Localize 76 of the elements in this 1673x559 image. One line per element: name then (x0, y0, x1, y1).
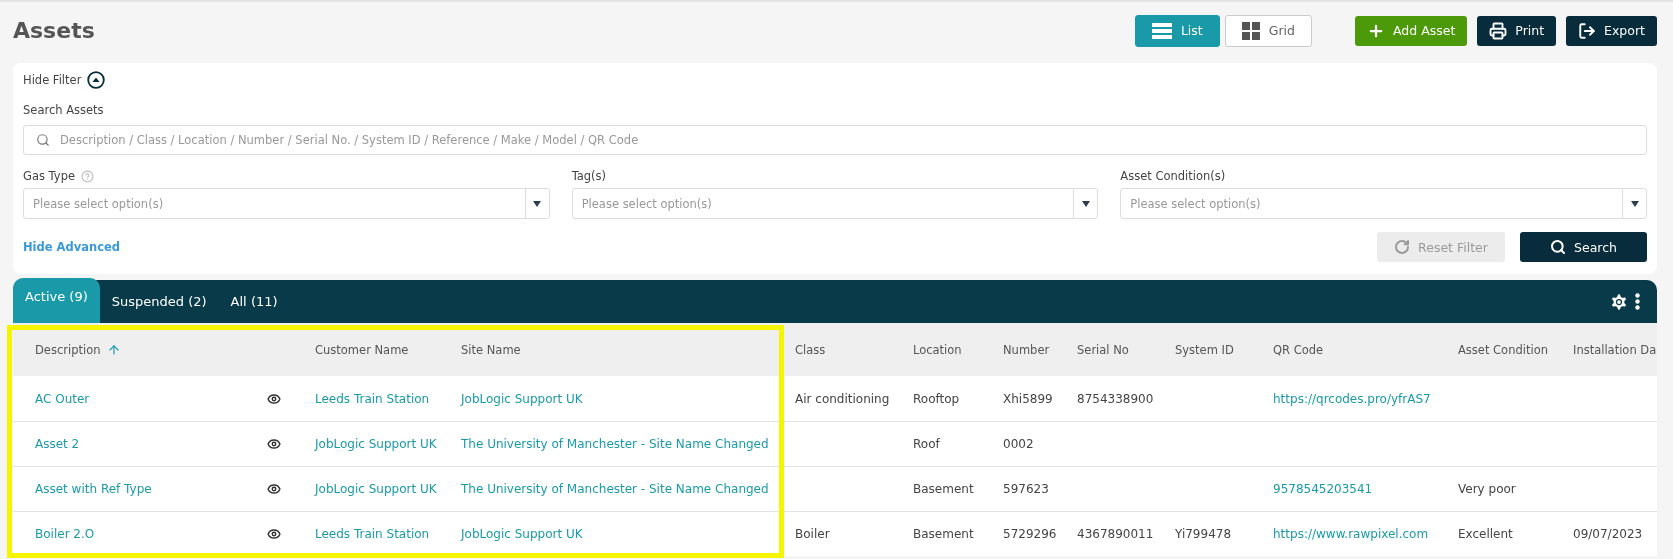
table-link[interactable]: Boiler 2.O (35, 527, 95, 541)
table-cell: Roof (913, 437, 940, 451)
page-title: Assets (13, 18, 96, 43)
table-link[interactable]: JobLogic Support UK (315, 482, 437, 496)
printer-icon (1489, 21, 1508, 40)
caret-icon (1081, 200, 1090, 207)
table-link[interactable]: JobLogic Support UK (461, 391, 583, 406)
table-link[interactable]: Leeds Train Station (315, 391, 430, 406)
search-label: Search Assets (23, 103, 104, 117)
field-label: Asset Condition(s) (1120, 169, 1226, 183)
table-cell: 597623 (1003, 482, 1049, 496)
field-label: Tag(s) (571, 169, 607, 183)
add-button[interactable]: Add Asset (1354, 15, 1468, 46)
print-button[interactable]: Print (1477, 15, 1557, 46)
select-field[interactable]: Please select option(s) (571, 188, 1099, 219)
table-cell: Yi799478 (1175, 527, 1232, 541)
export-button[interactable]: Export (1566, 15, 1657, 46)
gear-icon (1609, 291, 1629, 312)
table-cell: Very poor (1458, 482, 1516, 496)
column-header[interactable]: Asset Condition (1436, 323, 1551, 376)
table-link[interactable]: Asset 2 (35, 437, 80, 451)
table-link[interactable]: JobLogic Support UK (315, 437, 437, 451)
export-icon (1578, 21, 1597, 40)
eye-icon[interactable] (267, 527, 281, 541)
column-header[interactable]: Number (981, 323, 1055, 376)
list-icon (1151, 22, 1172, 39)
column-header[interactable]: Class (773, 323, 891, 376)
table-link[interactable]: 9578545203541 (1273, 482, 1373, 496)
table-cell: Air conditioning (795, 391, 890, 406)
table-link[interactable]: Asset with Ref Type (35, 482, 152, 496)
status-tab[interactable]: Suspended (2) (99, 280, 219, 323)
table-cell: Boiler (795, 527, 830, 541)
more-icon (1635, 293, 1640, 310)
collapse-icon[interactable] (87, 71, 106, 89)
search-button[interactable]: Search (1520, 232, 1647, 262)
search-icon (36, 133, 50, 147)
view-toggle-button[interactable]: Grid (1224, 14, 1312, 47)
column-header[interactable]: Installation Da (1551, 323, 1657, 376)
search-field[interactable]: Description / Class / Location / Number / Serial No. / System ID / Reference / Make / Model / QR Code (23, 125, 1647, 155)
table-cell: 09/07/2023 (1573, 527, 1643, 541)
table-cell: Excellent (1458, 527, 1513, 541)
table-cell: Xhi5899 (1003, 391, 1053, 406)
select-field[interactable]: Please select option(s) (23, 188, 550, 219)
table-link[interactable]: Leeds Train Station (315, 527, 430, 541)
table-cell: 0002 (1003, 437, 1034, 451)
select-field[interactable]: Please select option(s) (1120, 188, 1647, 219)
view-toggle-button[interactable]: List (1134, 14, 1220, 47)
table-link[interactable]: The University of Manchester - Site Name Changed (461, 482, 769, 496)
filter-toggle-label[interactable]: Hide Filter (23, 73, 82, 87)
eye-icon[interactable] (267, 437, 281, 451)
table-link[interactable]: AC Outer (35, 391, 90, 406)
table-link[interactable]: https://www.rawpixel.com (1273, 527, 1429, 541)
hide-advanced-link[interactable]: Hide Advanced (23, 240, 1377, 254)
eye-icon[interactable] (267, 391, 281, 406)
column-header[interactable]: System ID (1153, 323, 1251, 376)
table-link[interactable]: JobLogic Support UK (461, 527, 583, 541)
caret-icon (533, 200, 542, 207)
reset-icon (1394, 239, 1411, 255)
table-cell: Basement (913, 482, 974, 496)
table-link[interactable]: https://qrcodes.pro/yfrAS7 (1273, 391, 1431, 406)
eye-icon[interactable] (267, 482, 281, 496)
table-cell: Basement (913, 527, 974, 541)
table-cell: 4367890011 (1077, 527, 1154, 541)
field-label: Gas Type (23, 169, 76, 183)
caret-icon (1630, 200, 1639, 207)
column-header[interactable]: Serial No (1055, 323, 1153, 376)
column-header[interactable]: QR Code (1251, 323, 1436, 376)
table-cell: 8754338900 (1077, 391, 1154, 406)
table-link[interactable]: The University of Manchester - Site Name Changed (461, 437, 769, 451)
status-tab[interactable]: All (11) (218, 280, 290, 323)
grid-icon (1241, 21, 1260, 40)
status-tab[interactable]: Active (9) (13, 278, 100, 323)
table-cell: Rooftop (913, 391, 960, 406)
search-icon (1550, 239, 1566, 255)
column-header[interactable]: Location (891, 323, 981, 376)
table-cell: 5729296 (1003, 527, 1057, 541)
